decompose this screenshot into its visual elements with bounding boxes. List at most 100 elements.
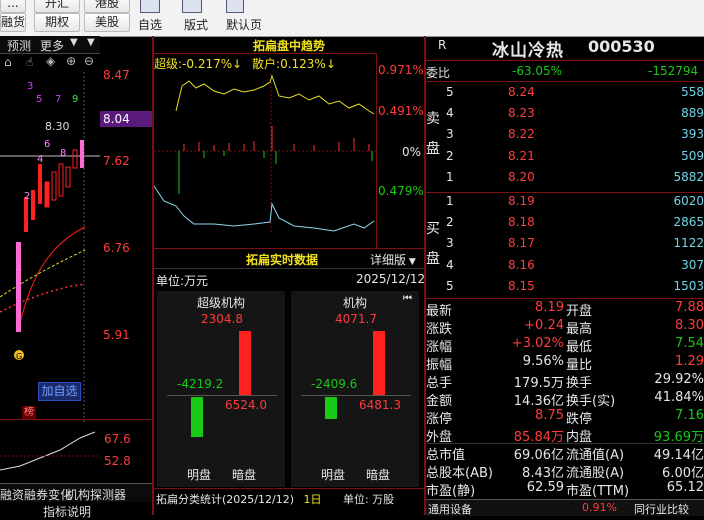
tab-more[interactable]: 更多 — [40, 37, 64, 54]
price-cursor-badge: 8.04 — [100, 111, 152, 127]
weibi-pct: -63.05% — [512, 64, 563, 78]
stat-value: 49.14亿 — [653, 448, 704, 463]
ask-row[interactable]: 2 8.21 509 — [426, 149, 704, 166]
industry-bar: 通用设备 0.91% 同行业比较 — [426, 499, 704, 516]
layout-icon[interactable] — [182, 0, 202, 13]
order-lvl: 3 — [446, 127, 454, 142]
order-vol: 1122 — [673, 236, 704, 251]
order-lvl: 2 — [446, 148, 454, 163]
inst-sell-bar — [325, 397, 337, 419]
order-vol: 509 — [681, 148, 704, 163]
add-to-watchlist-button[interactable]: 加自选 — [38, 382, 81, 401]
price-tick: 6.76 — [103, 241, 130, 255]
ask-row[interactable]: 3 8.22 393 — [426, 127, 704, 144]
indicator-chart — [0, 431, 100, 471]
order-price: 8.24 — [508, 85, 535, 99]
stat-value: 7.54 — [675, 336, 704, 351]
toolbar-btn-1[interactable]: ... — [0, 0, 26, 13]
toolbar-btn-2[interactable]: 开汇 — [34, 0, 80, 13]
divider — [426, 192, 704, 193]
divider — [154, 248, 424, 249]
stat-value: 41.84% — [654, 390, 704, 405]
class-day[interactable]: 1日 — [303, 493, 321, 506]
stat-label: 换手 — [566, 376, 593, 391]
stat-value: 179.5万 — [513, 376, 564, 391]
order-price: 8.19 — [508, 194, 535, 208]
candle-num: 6 — [44, 139, 51, 150]
tab-margin-change[interactable]: 融资融券变化 — [0, 486, 72, 503]
favorites-icon[interactable] — [140, 0, 160, 13]
order-vol: 558 — [681, 85, 704, 99]
chevron-down-icon[interactable]: ▼ — [70, 37, 78, 48]
stock-name: 冰山冷热 — [492, 41, 564, 61]
order-price: 8.23 — [508, 106, 535, 121]
stat-row: 外盘 85.84万 内盘 93.69万 — [426, 426, 704, 445]
hand-icon[interactable]: ☝ — [26, 55, 33, 69]
order-vol: 6020 — [673, 194, 704, 208]
hidden-label: 暗盘 — [232, 468, 257, 482]
toolbar-label-favorites: 自选 — [138, 18, 163, 32]
stat-row: 金额 14.36亿 换手(实) 41.84% — [426, 390, 704, 409]
trend-panel: 拓扁盘中趋势 超级:-0.217%↓ 散户:0.123%↓ 0.971% 0.4… — [154, 36, 425, 515]
toolbar-btn-margin[interactable]: 融货 — [0, 13, 26, 32]
order-price: 8.18 — [508, 215, 535, 230]
home-icon[interactable]: ⌂ — [4, 55, 12, 69]
toolbar-label-default: 默认页 — [226, 18, 263, 32]
stat-label: 涨停 — [426, 412, 453, 427]
super-sell-bar — [191, 397, 203, 437]
order-lvl: 5 — [446, 278, 454, 293]
stat-value: 8.19 — [535, 300, 564, 315]
zoom-in-icon[interactable]: ⊕ — [66, 54, 76, 68]
bid-row[interactable]: 3 8.17 1122 — [426, 236, 704, 253]
indicator-help-link[interactable]: 指标说明 — [43, 503, 91, 520]
divider — [154, 268, 424, 269]
stock-code: 000530 — [588, 37, 655, 56]
stat-row: 涨停 8.75 跌停 7.16 — [426, 408, 704, 427]
skip-icon[interactable]: ⏮ — [403, 293, 412, 304]
indicator-tick: 67.6 — [104, 432, 131, 446]
tab-institution-detector[interactable]: 机构探测器 — [66, 486, 126, 503]
stat-label: 跌停 — [566, 412, 593, 427]
candle-num: 7 — [55, 94, 62, 105]
super-buy-bar — [239, 331, 251, 395]
stat-label: 振幅 — [426, 358, 453, 373]
price-tick: 5.91 — [103, 328, 130, 342]
trend-scale: 0.479% — [378, 184, 424, 198]
stat-label: 流通股(A) — [566, 466, 625, 481]
order-price: 8.17 — [508, 236, 535, 251]
bid-row[interactable]: 1 8.19 6020 — [426, 194, 704, 211]
bid-row[interactable]: 5 8.15 1503 — [426, 279, 704, 296]
rank-badge[interactable]: 榜 — [22, 406, 36, 420]
toolbar-btn-us[interactable]: 美股 — [84, 13, 130, 32]
stat-label: 涨幅 — [426, 340, 453, 355]
toolbar-btn-options[interactable]: 期权 — [34, 13, 80, 32]
intraday-trend-chart[interactable] — [154, 56, 376, 234]
order-lvl: 5 — [446, 85, 454, 99]
default-page-icon[interactable] — [226, 0, 244, 13]
stat-value: 7.16 — [675, 408, 704, 423]
stat-value: 8.75 — [535, 408, 564, 423]
candle-num: 9 — [72, 94, 79, 105]
tab-forecast[interactable]: 预测 — [7, 37, 31, 54]
stat-label: 换手(实) — [566, 394, 616, 409]
bid-row[interactable]: 2 8.18 2865 — [426, 215, 704, 232]
stat-label: 开盘 — [566, 304, 593, 319]
ask-row[interactable]: 4 8.23 889 — [426, 106, 704, 123]
detail-dropdown[interactable]: 详细版 ▼ — [370, 251, 416, 268]
order-vol: 393 — [681, 127, 704, 142]
stat-value: 65.12 — [666, 480, 704, 495]
inst-sell-value: -2409.6 — [311, 377, 358, 391]
stat-value: +0.24 — [524, 318, 564, 333]
toolbar-btn-hk[interactable]: 港股 — [84, 0, 130, 13]
bid-row[interactable]: 4 8.16 307 — [426, 258, 704, 275]
zoom-out-icon[interactable]: ⊖ — [84, 54, 94, 68]
menu-arrow-icon[interactable]: ▼ — [87, 37, 95, 48]
indicator-tick: 52.8 — [104, 454, 131, 468]
price-tick: 7.62 — [103, 154, 130, 168]
candle-num: 8 — [60, 148, 67, 159]
ask-row[interactable]: 5 8.24 558 — [426, 85, 704, 102]
stat-row: 涨跌 +0.24 最高 8.30 — [426, 318, 704, 337]
diamond-icon[interactable]: ◈ — [46, 54, 55, 68]
order-lvl: 3 — [446, 236, 454, 251]
ask-row[interactable]: 1 8.20 5882 — [426, 170, 704, 187]
